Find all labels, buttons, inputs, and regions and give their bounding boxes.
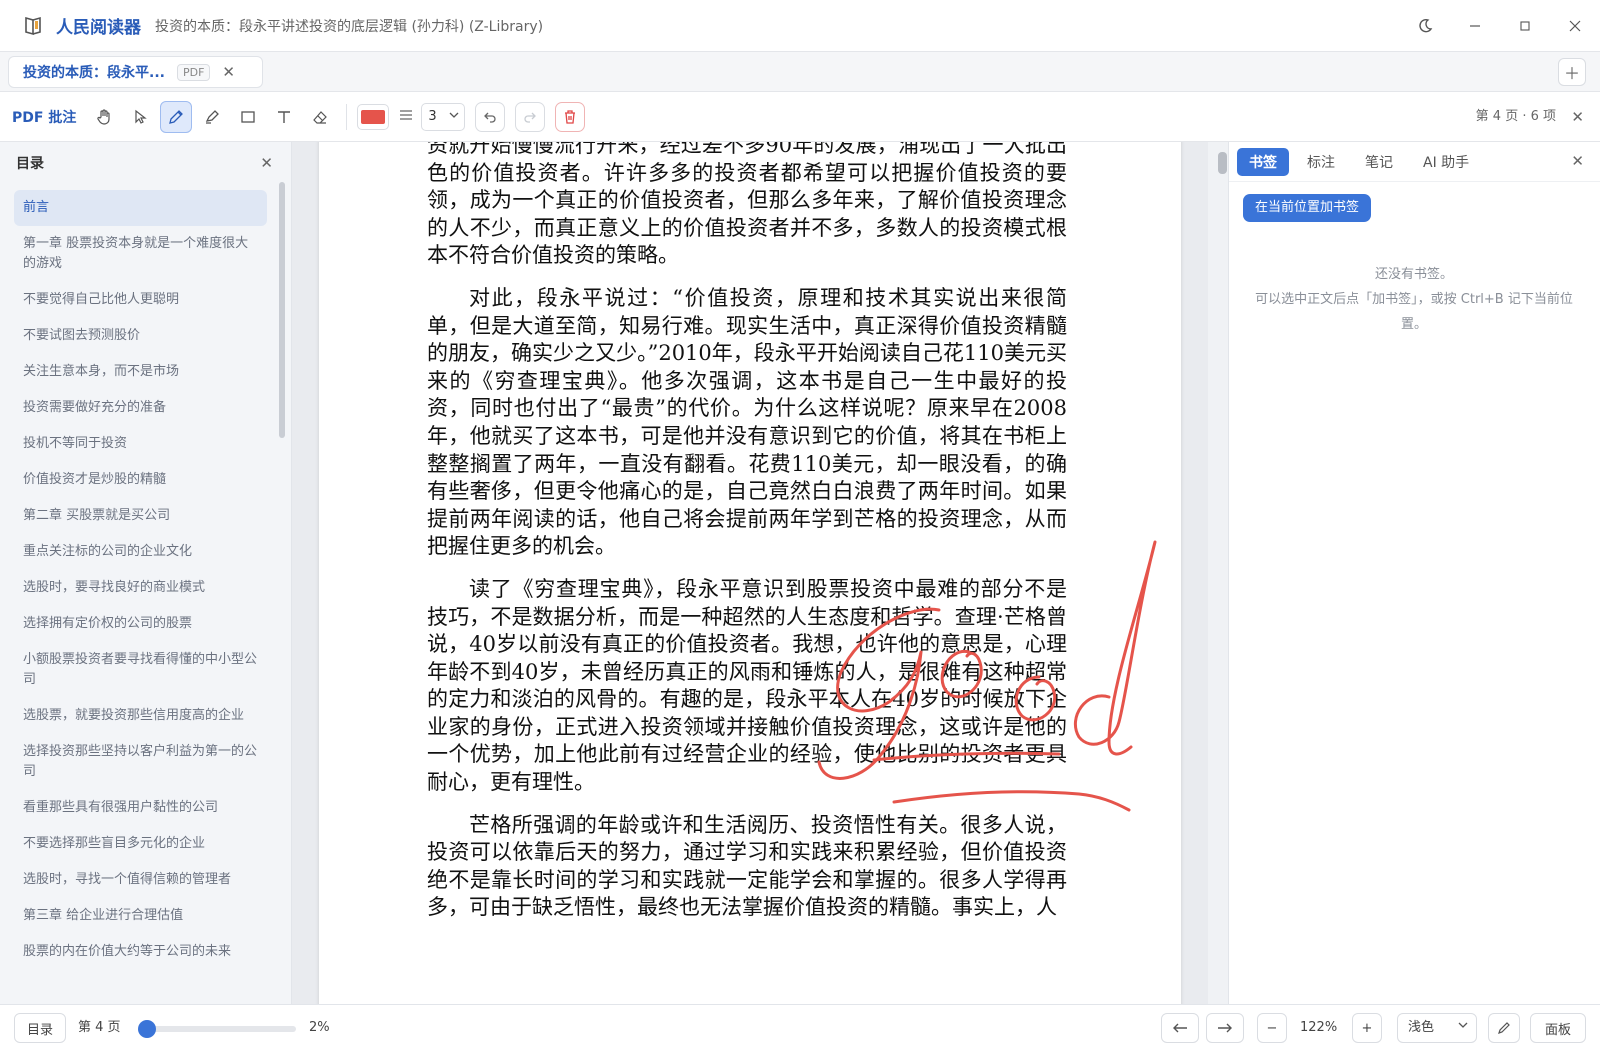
toc-item[interactable]: 关注生意本身，而不是市场 (14, 354, 267, 390)
redo-button[interactable] (515, 101, 546, 132)
pen-icon[interactable] (160, 100, 193, 133)
theme-select[interactable]: 浅色 (1397, 1013, 1477, 1043)
toc-item[interactable]: 第三章 给企业进行合理估值 (14, 898, 267, 934)
toc-close-icon[interactable]: ✕ (260, 154, 273, 172)
zoom-in-button[interactable]: + (1352, 1013, 1382, 1043)
tab-notes[interactable]: 笔记 (1353, 148, 1405, 176)
add-bookmark-button[interactable]: 在当前位置加书签 (1243, 194, 1372, 222)
text-icon[interactable] (268, 101, 300, 133)
delete-annotations-button[interactable] (555, 101, 586, 132)
document-tab[interactable]: 投资的本质：段永平... PDF ✕ (8, 56, 263, 88)
toc-item[interactable]: 不要觉得自己比他人更聪明 (14, 282, 267, 318)
tab-bookmarks[interactable]: 书签 (1237, 147, 1289, 176)
toc-list: 前言 第一章 股票投资本身就是一个难度很大的游戏 不要觉得自己比他人更聪明 不要试图去… (14, 190, 267, 1004)
document-viewer[interactable]: 资就开始慢慢流行开来，经过差不多90年的发展，涌现出了一大批出色的价值投资者。许… (292, 142, 1208, 1004)
toc-item[interactable]: 选择拥有定价权的公司的股票 (14, 606, 267, 642)
tab-ai-assistant[interactable]: AI 助手 (1411, 148, 1481, 176)
rectangle-icon[interactable] (232, 101, 264, 133)
toc-item[interactable]: 不要选择那些盲目多元化的企业 (14, 826, 267, 862)
toc-title: 目录 (16, 156, 44, 172)
title-bar: 人民阅读器 投资的本质：段永平讲述投资的底层逻辑 (孙力科) (Z-Librar… (0, 0, 1600, 52)
moon-icon[interactable] (1400, 0, 1450, 52)
close-window-button[interactable] (1550, 0, 1600, 52)
pdf-page[interactable]: 资就开始慢慢流行开来，经过差不多90年的发展，涌现出了一大批出色的价值投资者。许… (319, 142, 1181, 1004)
panel-toggle-button[interactable]: 面板 (1530, 1013, 1586, 1043)
toc-item[interactable]: 选股时，寻找一个值得信赖的管理者 (14, 862, 267, 898)
file-type-badge: PDF (176, 63, 211, 81)
page-annotation-count: 第 4 页 · 6 项 (1475, 109, 1556, 124)
toc-scrollbar[interactable] (279, 182, 285, 438)
toc-header: 目录 ✕ (0, 142, 291, 184)
document-scrollbar[interactable] (1218, 152, 1227, 174)
right-panel-tabs: 书签 标注 笔记 AI 助手 ✕ (1229, 142, 1600, 182)
new-tab-button[interactable]: ＋ (1558, 58, 1586, 86)
toc-item[interactable]: 重点关注标的公司的企业文化 (14, 534, 267, 570)
toc-item[interactable]: 前言 (14, 190, 267, 226)
theme-select-value: 浅色 (1408, 1020, 1435, 1035)
hand-icon[interactable] (88, 101, 120, 133)
toc-item[interactable]: 投资需要做好充分的准备 (14, 390, 267, 426)
reading-progress-slider[interactable] (138, 1020, 296, 1038)
empty-bookmarks-message: 还没有书签。 可以选中正文后点「加书签」，或按 Ctrl+B 记下当前位置。 (1249, 262, 1579, 337)
document-paragraph: 芒格所强调的年龄或许和生活阅历、投资悟性有关。很多人说，投资可以依靠后天的努力，… (427, 812, 1067, 920)
previous-page-button[interactable] (1161, 1013, 1199, 1043)
document-title: 投资的本质：段永平讲述投资的底层逻辑 (孙力科) (Z-Library) (155, 18, 544, 35)
toc-item[interactable]: 小额股票投资者要寻找看得懂的中小型公司 (14, 642, 267, 698)
color-swatch (361, 109, 386, 124)
zoom-level: 122% (1300, 1020, 1338, 1035)
empty-message-line1: 还没有书签。 (1374, 267, 1453, 282)
toc-item[interactable]: 股票的内在价值大约等于公司的未来 (14, 934, 267, 970)
toc-item[interactable]: 看重那些具有很强用户黏性的公司 (14, 790, 267, 826)
document-paragraph: 读了《穷查理宝典》，段永平意识到股票投资中最难的部分不是技巧，不是数据分析，而是… (427, 576, 1067, 795)
highlighter-icon[interactable] (196, 101, 228, 133)
right-panel-close-icon[interactable]: ✕ (1571, 152, 1584, 170)
toc-item[interactable]: 选择投资那些坚持以客户利益为第一的公司 (14, 734, 267, 790)
edit-pen-icon[interactable] (1488, 1013, 1520, 1043)
toc-item[interactable]: 第一章 股票投资本身就是一个难度很大的游戏 (14, 226, 267, 282)
toc-item[interactable]: 投机不等同于投资 (14, 426, 267, 462)
color-picker[interactable] (357, 103, 390, 130)
eraser-icon[interactable] (304, 101, 336, 133)
tab-close-icon[interactable]: ✕ (222, 63, 235, 81)
stroke-width-icon (399, 107, 415, 126)
chevron-down-icon (449, 110, 459, 123)
table-of-contents: 目录 ✕ 前言 第一章 股票投资本身就是一个难度很大的游戏 不要觉得自己比他人更聪明… (0, 142, 292, 1004)
tab-title: 投资的本质：段永平... (23, 65, 165, 81)
tab-bar: 投资的本质：段永平... PDF ✕ ＋ (0, 52, 1600, 92)
close-toolbar-icon[interactable]: ✕ (1571, 92, 1584, 142)
next-page-button[interactable] (1206, 1013, 1244, 1043)
progress-handle[interactable] (138, 1020, 157, 1038)
toc-item[interactable]: 价值投资才是炒股的精髓 (14, 462, 267, 498)
pointer-icon[interactable] (124, 101, 156, 133)
toc-toggle-button[interactable]: 目录 (14, 1013, 66, 1043)
zoom-out-button[interactable]: − (1257, 1013, 1287, 1043)
minimize-button[interactable] (1450, 0, 1500, 52)
toolbar-divider (346, 103, 348, 130)
annotation-toolbar: PDF 批注 3 第 4 页 · 6 项 ✕ (0, 92, 1600, 142)
empty-message-line2: 可以选中正文后点「加书签」，或按 Ctrl+B 记下当前位置。 (1255, 292, 1573, 332)
right-panel: 书签 标注 笔记 AI 助手 ✕ 在当前位置加书签 还没有书签。 可以选中正文后… (1228, 142, 1600, 1004)
stroke-size-value: 3 (428, 109, 437, 124)
toc-item[interactable]: 选股票，就要投资那些信用度高的企业 (14, 698, 267, 734)
toc-item[interactable]: 不要试图去预测股价 (14, 318, 267, 354)
tab-annotations[interactable]: 标注 (1295, 148, 1347, 176)
progress-percent: 2% (309, 1020, 330, 1035)
bottom-bar: 目录 第 4 页 2% − 122% + 浅色 面板 (0, 1004, 1600, 1050)
current-page-label: 第 4 页 (78, 1020, 121, 1035)
document-paragraph: 对此，段永平说过：“价值投资，原理和技术其实说出来很简单，但是大道至简，知易行难… (427, 285, 1067, 559)
app-name: 人民阅读器 (56, 18, 141, 38)
page-text: 资就开始慢慢流行开来，经过差不多90年的发展，涌现出了一大批出色的价值投资者。许… (427, 142, 1067, 937)
document-paragraph: 资就开始慢慢流行开来，经过差不多90年的发展，涌现出了一大批出色的价值投资者。许… (427, 142, 1067, 268)
chevron-down-icon (1458, 1014, 1468, 1042)
stroke-size-select[interactable]: 3 (421, 102, 466, 131)
book-logo-icon (22, 15, 44, 37)
toc-item[interactable]: 选股时，要寻找良好的商业模式 (14, 570, 267, 606)
toc-item[interactable]: 第二章 买股票就是买公司 (14, 498, 267, 534)
undo-button[interactable] (475, 101, 506, 132)
toolbar-label: PDF 批注 (12, 109, 77, 126)
maximize-button[interactable] (1500, 0, 1550, 52)
